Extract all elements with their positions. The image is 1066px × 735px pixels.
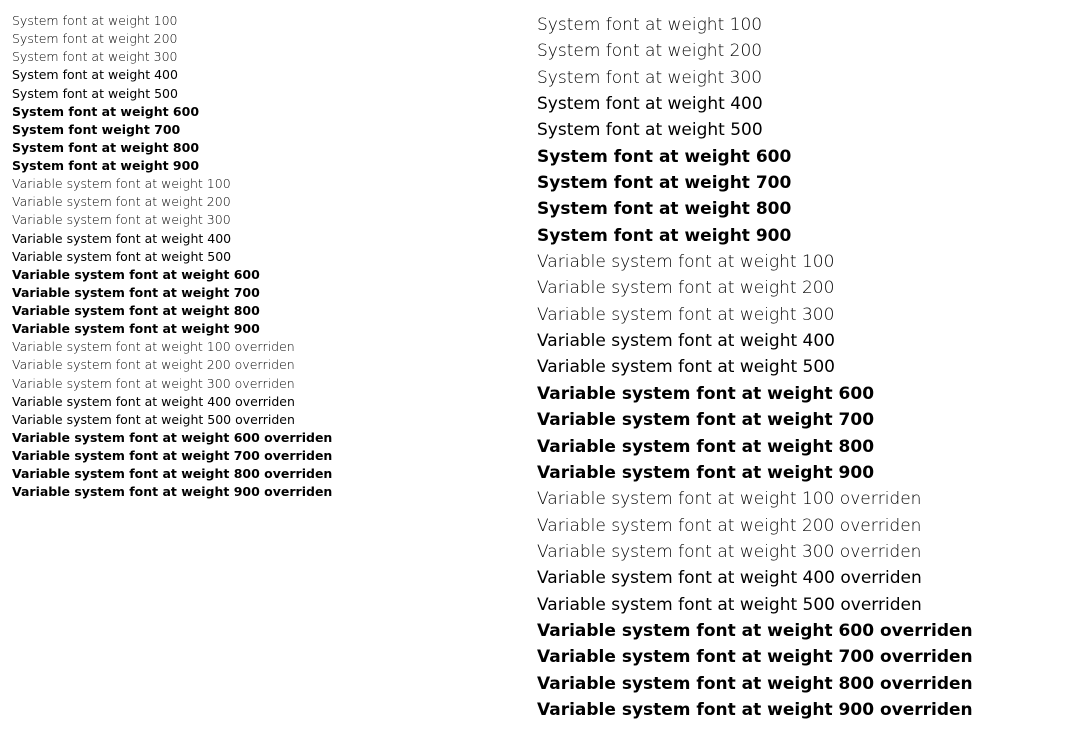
font-line: Variable system font at weight 200 — [537, 275, 1054, 301]
font-line: Variable system font at weight 900 — [537, 460, 1054, 486]
font-line: Variable system font at weight 600 overr… — [12, 429, 529, 447]
font-line: Variable system font at weight 500 overr… — [12, 411, 529, 429]
font-line: Variable system font at weight 300 — [537, 302, 1054, 328]
font-line: Variable system font at weight 300 overr… — [12, 375, 529, 393]
font-line: Variable system font at weight 100 — [537, 249, 1054, 275]
font-line: Variable system font at weight 200 — [12, 193, 529, 211]
font-line: Variable system font at weight 400 overr… — [12, 393, 529, 411]
font-line: Variable system font at weight 800 — [12, 302, 529, 320]
font-line: Variable system font at weight 200 overr… — [537, 513, 1054, 539]
font-line: Variable system font at weight 200 overr… — [12, 356, 529, 374]
font-line: Variable system font at weight 100 overr… — [537, 486, 1054, 512]
font-line: System font at weight 200 — [12, 30, 529, 48]
font-line: Variable system font at weight 300 overr… — [537, 539, 1054, 565]
font-line: Variable system font at weight 400 — [537, 328, 1054, 354]
font-line: System font at weight 300 — [12, 48, 529, 66]
font-line: System font weight 700 — [12, 121, 529, 139]
font-line: System font at weight 600 — [537, 144, 1054, 170]
font-line: Variable system font at weight 500 — [12, 248, 529, 266]
font-line: Variable system font at weight 900 overr… — [12, 483, 529, 501]
font-line: Variable system font at weight 500 — [537, 354, 1054, 380]
font-line: Variable system font at weight 500 overr… — [537, 592, 1054, 618]
font-line: Variable system font at weight 100 overr… — [12, 338, 529, 356]
font-line: System font at weight 400 — [537, 91, 1054, 117]
font-line: System font at weight 900 — [537, 223, 1054, 249]
font-line: System font at weight 300 — [537, 65, 1054, 91]
font-line: Variable system font at weight 800 overr… — [537, 671, 1054, 697]
font-line: System font at weight 100 — [12, 12, 529, 30]
font-line: Variable system font at weight 600 overr… — [537, 618, 1054, 644]
font-line: Variable system font at weight 800 overr… — [12, 465, 529, 483]
font-line: Variable system font at weight 600 — [12, 266, 529, 284]
right-column: System font at weight 100System font at … — [533, 8, 1058, 727]
font-line: System font at weight 200 — [537, 38, 1054, 64]
font-line: System font at weight 800 — [12, 139, 529, 157]
font-line: System font at weight 500 — [12, 85, 529, 103]
font-line: Variable system font at weight 700 overr… — [537, 644, 1054, 670]
font-line: Variable system font at weight 700 overr… — [12, 447, 529, 465]
font-line: Variable system font at weight 900 — [12, 320, 529, 338]
font-line: System font at weight 600 — [12, 103, 529, 121]
font-line: Variable system font at weight 400 overr… — [537, 565, 1054, 591]
font-line: Variable system font at weight 400 — [12, 230, 529, 248]
font-line: System font at weight 700 — [537, 170, 1054, 196]
font-line: Variable system font at weight 900 overr… — [537, 697, 1054, 723]
font-line: Variable system font at weight 700 — [12, 284, 529, 302]
font-line: System font at weight 500 — [537, 117, 1054, 143]
font-line: System font at weight 100 — [537, 12, 1054, 38]
font-line: Variable system font at weight 300 — [12, 211, 529, 229]
font-line: Variable system font at weight 700 — [537, 407, 1054, 433]
font-line: Variable system font at weight 600 — [537, 381, 1054, 407]
font-line: System font at weight 400 — [12, 66, 529, 84]
font-line: System font at weight 800 — [537, 196, 1054, 222]
font-line: Variable system font at weight 800 — [537, 434, 1054, 460]
font-line: System font at weight 900 — [12, 157, 529, 175]
left-column: System font at weight 100System font at … — [8, 8, 533, 727]
font-line: Variable system font at weight 100 — [12, 175, 529, 193]
